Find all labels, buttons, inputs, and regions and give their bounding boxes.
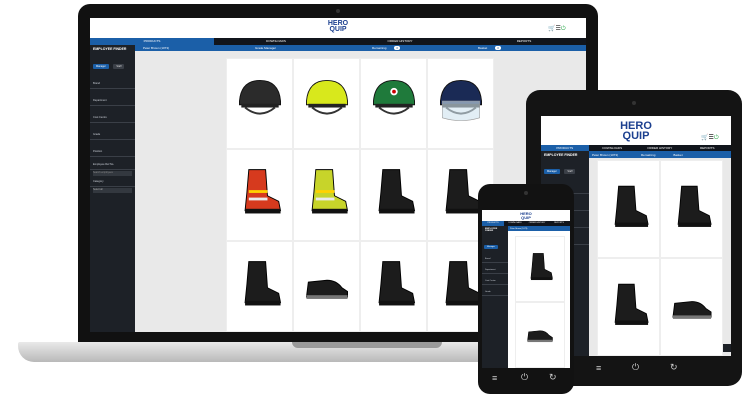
- brand-logo-line2: QUIP: [329, 26, 347, 34]
- phone-manager-button[interactable]: Manager: [484, 245, 498, 249]
- header-icons: 🛒☰⏻: [548, 25, 566, 33]
- boot-black-lace-icon: [523, 250, 557, 289]
- filter-brand[interactable]: Brand: [90, 82, 135, 89]
- tablet-camera: [632, 101, 636, 105]
- product-card[interactable]: [226, 240, 293, 332]
- shoe-black-grey-icon: [299, 256, 355, 317]
- tablet-user-name: Peter Brown (1073): [592, 152, 619, 157]
- helmet-black-icon: [232, 73, 288, 134]
- filter-grade[interactable]: Grade: [90, 133, 135, 140]
- power-icon[interactable]: ⏻: [561, 26, 566, 32]
- phone-sidebar: EMPLOYEE FINDER Manager Brand Department…: [482, 226, 508, 368]
- staff-button[interactable]: Staff: [113, 64, 125, 69]
- phone-filter-grade[interactable]: Grade: [482, 291, 508, 296]
- phone-filter-department[interactable]: Department: [482, 269, 508, 274]
- helmet-green-icon: [366, 73, 422, 134]
- tab-products[interactable]: PRODUCTS: [90, 38, 214, 45]
- phone-power-key-icon[interactable]: ⏻: [521, 373, 528, 382]
- helmet-navy-visor-icon: [433, 73, 489, 134]
- product-card[interactable]: [293, 149, 360, 241]
- laptop-notch: [292, 342, 442, 348]
- tab-downloads[interactable]: DOWNLOADS: [214, 38, 338, 45]
- phone-user-toolbar: Peter Brown (1073): [508, 226, 570, 231]
- phone-product-card[interactable]: [515, 302, 565, 368]
- phone-menu-key-icon[interactable]: ≡: [492, 374, 497, 383]
- tablet-manager-button[interactable]: Manager: [544, 169, 560, 174]
- filter-category[interactable]: Category: [90, 180, 135, 187]
- tablet-staff-button[interactable]: Staff: [564, 169, 576, 174]
- remaining-badge: 0: [394, 46, 401, 50]
- tablet-power-icon[interactable]: ⏻: [714, 135, 719, 141]
- product-card[interactable]: [226, 149, 293, 241]
- phone-screen: HERO QUIP PRODUCTS DOWNLOADS ORDER HISTO…: [482, 210, 570, 368]
- filter-position[interactable]: Position: [90, 150, 135, 157]
- product-card[interactable]: [427, 58, 494, 150]
- product-card[interactable]: [360, 58, 427, 150]
- phone-brand-logo[interactable]: HERO QUIP: [516, 212, 536, 219]
- filter-department[interactable]: Department: [90, 99, 135, 106]
- product-card[interactable]: [360, 149, 427, 241]
- boot-fire-red-icon: [232, 164, 288, 225]
- tablet-header-icons: 🛒☰⏻: [701, 134, 719, 142]
- tablet-product-grid: [597, 160, 723, 356]
- tablet-user-toolbar: Peter Brown (1073) Remaining Basket: [589, 151, 731, 158]
- product-card[interactable]: [293, 58, 360, 150]
- boot-black-tall-icon: [366, 164, 422, 225]
- user-role: Grade Manager: [255, 46, 277, 50]
- helmet-yellow-icon: [299, 73, 355, 134]
- shoe-black-grey-icon: [523, 316, 557, 355]
- category-select[interactable]: Select all: [93, 188, 132, 193]
- basket-label[interactable]: Basket: [470, 46, 495, 50]
- phone-sidebar-title: EMPLOYEE FINDER: [485, 228, 498, 232]
- product-grid: [226, 58, 494, 332]
- app-header: HERO QUIP 🛒☰⏻: [90, 18, 586, 38]
- laptop-camera: [336, 9, 340, 13]
- tablet-product-card[interactable]: [597, 160, 660, 258]
- tablet-scroll-top-button[interactable]: [723, 344, 731, 352]
- sidebar-title: EMPLOYEE FINDER: [93, 47, 127, 51]
- tablet-power-key-icon[interactable]: ⏻: [632, 363, 639, 372]
- boot-fire-yellow-icon: [299, 164, 355, 225]
- main-nav: PRODUCTS DOWNLOADS ORDER HISTORY REPORTS: [90, 38, 586, 45]
- product-card[interactable]: [360, 240, 427, 332]
- boot-black-hiker-icon: [232, 256, 288, 317]
- filter-employee-ref[interactable]: Employee Ref No.: [90, 163, 135, 170]
- tablet-product-card[interactable]: [660, 160, 723, 258]
- tablet-basket-label[interactable]: Basket: [673, 153, 682, 157]
- tablet-back-key-icon[interactable]: ↻: [670, 363, 678, 372]
- boot-black-tall-icon: [603, 181, 655, 238]
- boot-black-lace-icon: [666, 181, 718, 238]
- tablet-brand-logo[interactable]: HERO QUIP: [616, 121, 656, 142]
- tablet-remaining-label: Remaining: [641, 152, 656, 157]
- manager-button[interactable]: Manager: [93, 64, 109, 69]
- tablet-product-card[interactable]: [660, 258, 723, 356]
- employee-search-input[interactable]: Search employees: [93, 171, 132, 176]
- phone-product-card[interactable]: [515, 236, 565, 302]
- remaining-label: Remaining: [372, 46, 387, 50]
- boot-black-hiker-icon: [603, 279, 655, 336]
- basket-badge: 0: [495, 46, 501, 50]
- phone-product-grid: [515, 236, 565, 368]
- tab-reports[interactable]: REPORTS: [462, 38, 586, 45]
- phone-back-key-icon[interactable]: ↻: [549, 373, 557, 382]
- phone-brand-line2: QUIP: [521, 214, 531, 220]
- tablet-brand-line2: QUIP: [622, 129, 650, 142]
- tablet-menu-key-icon[interactable]: ≡: [596, 364, 601, 373]
- product-card[interactable]: [293, 240, 360, 332]
- boot-black-mid-icon: [366, 256, 422, 317]
- sidebar: EMPLOYEE FINDER Manager Staff Brand Depa…: [90, 45, 135, 332]
- shoe-black-grey-icon: [666, 279, 718, 336]
- phone-camera: [524, 191, 528, 195]
- filter-cost-centre[interactable]: Cost Centre: [90, 116, 135, 123]
- tablet-sidebar-title: EMPLOYEE FINDER: [544, 153, 578, 157]
- phone-filter-brand[interactable]: Brand: [482, 258, 508, 263]
- phone-filter-cost-centre[interactable]: Cost Centre: [482, 280, 508, 285]
- product-card[interactable]: [226, 58, 293, 150]
- phone-user-name: Peter Brown (1073): [510, 227, 528, 230]
- user-name: Peter Brown (1073): [143, 46, 170, 50]
- tab-order-history[interactable]: ORDER HISTORY: [338, 38, 462, 45]
- tablet-product-card[interactable]: [597, 258, 660, 356]
- brand-logo[interactable]: HERO QUIP: [323, 20, 353, 34]
